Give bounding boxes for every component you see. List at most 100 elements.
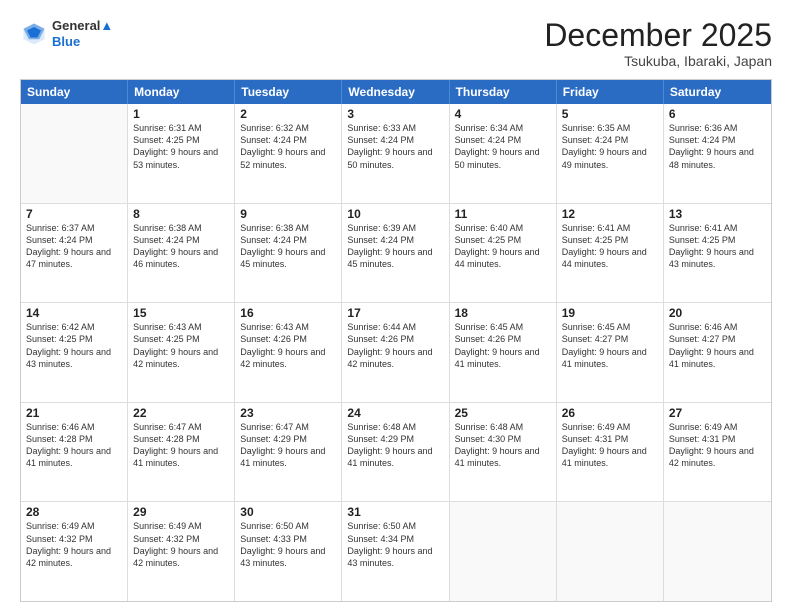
- cal-cell-empty-4-4: [450, 502, 557, 601]
- day-number: 9: [240, 207, 336, 221]
- header-day-wednesday: Wednesday: [342, 80, 449, 104]
- header-day-thursday: Thursday: [450, 80, 557, 104]
- cell-info: Sunrise: 6:45 AMSunset: 4:27 PMDaylight:…: [562, 321, 658, 370]
- cell-info: Sunrise: 6:32 AMSunset: 4:24 PMDaylight:…: [240, 122, 336, 171]
- cal-cell-empty-4-5: [557, 502, 664, 601]
- day-number: 1: [133, 107, 229, 121]
- cal-cell-25: 25Sunrise: 6:48 AMSunset: 4:30 PMDayligh…: [450, 403, 557, 502]
- cell-info: Sunrise: 6:43 AMSunset: 4:25 PMDaylight:…: [133, 321, 229, 370]
- cell-info: Sunrise: 6:47 AMSunset: 4:28 PMDaylight:…: [133, 421, 229, 470]
- cell-info: Sunrise: 6:45 AMSunset: 4:26 PMDaylight:…: [455, 321, 551, 370]
- header-day-friday: Friday: [557, 80, 664, 104]
- cell-info: Sunrise: 6:44 AMSunset: 4:26 PMDaylight:…: [347, 321, 443, 370]
- cal-cell-8: 8Sunrise: 6:38 AMSunset: 4:24 PMDaylight…: [128, 204, 235, 303]
- day-number: 12: [562, 207, 658, 221]
- day-number: 13: [669, 207, 766, 221]
- day-number: 26: [562, 406, 658, 420]
- page: General▲ Blue December 2025 Tsukuba, Iba…: [0, 0, 792, 612]
- cell-info: Sunrise: 6:49 AMSunset: 4:31 PMDaylight:…: [669, 421, 766, 470]
- cell-info: Sunrise: 6:47 AMSunset: 4:29 PMDaylight:…: [240, 421, 336, 470]
- week-row-1: 7Sunrise: 6:37 AMSunset: 4:24 PMDaylight…: [21, 204, 771, 304]
- week-row-3: 21Sunrise: 6:46 AMSunset: 4:28 PMDayligh…: [21, 403, 771, 503]
- cell-info: Sunrise: 6:43 AMSunset: 4:26 PMDaylight:…: [240, 321, 336, 370]
- cal-cell-18: 18Sunrise: 6:45 AMSunset: 4:26 PMDayligh…: [450, 303, 557, 402]
- cal-cell-29: 29Sunrise: 6:49 AMSunset: 4:32 PMDayligh…: [128, 502, 235, 601]
- cal-cell-12: 12Sunrise: 6:41 AMSunset: 4:25 PMDayligh…: [557, 204, 664, 303]
- week-row-0: 1Sunrise: 6:31 AMSunset: 4:25 PMDaylight…: [21, 104, 771, 204]
- week-row-2: 14Sunrise: 6:42 AMSunset: 4:25 PMDayligh…: [21, 303, 771, 403]
- title-block: December 2025 Tsukuba, Ibaraki, Japan: [544, 18, 772, 69]
- cell-info: Sunrise: 6:48 AMSunset: 4:30 PMDaylight:…: [455, 421, 551, 470]
- cal-cell-22: 22Sunrise: 6:47 AMSunset: 4:28 PMDayligh…: [128, 403, 235, 502]
- day-number: 18: [455, 306, 551, 320]
- day-number: 17: [347, 306, 443, 320]
- cell-info: Sunrise: 6:33 AMSunset: 4:24 PMDaylight:…: [347, 122, 443, 171]
- day-number: 15: [133, 306, 229, 320]
- day-number: 20: [669, 306, 766, 320]
- cell-info: Sunrise: 6:46 AMSunset: 4:28 PMDaylight:…: [26, 421, 122, 470]
- calendar-body: 1Sunrise: 6:31 AMSunset: 4:25 PMDaylight…: [21, 104, 771, 601]
- header: General▲ Blue December 2025 Tsukuba, Iba…: [20, 18, 772, 69]
- header-day-monday: Monday: [128, 80, 235, 104]
- cell-info: Sunrise: 6:35 AMSunset: 4:24 PMDaylight:…: [562, 122, 658, 171]
- header-day-saturday: Saturday: [664, 80, 771, 104]
- location: Tsukuba, Ibaraki, Japan: [544, 53, 772, 69]
- day-number: 3: [347, 107, 443, 121]
- logo: General▲ Blue: [20, 18, 113, 49]
- cal-cell-30: 30Sunrise: 6:50 AMSunset: 4:33 PMDayligh…: [235, 502, 342, 601]
- cell-info: Sunrise: 6:48 AMSunset: 4:29 PMDaylight:…: [347, 421, 443, 470]
- header-day-sunday: Sunday: [21, 80, 128, 104]
- cal-cell-28: 28Sunrise: 6:49 AMSunset: 4:32 PMDayligh…: [21, 502, 128, 601]
- cal-cell-3: 3Sunrise: 6:33 AMSunset: 4:24 PMDaylight…: [342, 104, 449, 203]
- cal-cell-24: 24Sunrise: 6:48 AMSunset: 4:29 PMDayligh…: [342, 403, 449, 502]
- logo-icon: [20, 20, 48, 48]
- day-number: 30: [240, 505, 336, 519]
- cal-cell-6: 6Sunrise: 6:36 AMSunset: 4:24 PMDaylight…: [664, 104, 771, 203]
- cell-info: Sunrise: 6:41 AMSunset: 4:25 PMDaylight:…: [669, 222, 766, 271]
- day-number: 22: [133, 406, 229, 420]
- cell-info: Sunrise: 6:42 AMSunset: 4:25 PMDaylight:…: [26, 321, 122, 370]
- day-number: 5: [562, 107, 658, 121]
- cal-cell-20: 20Sunrise: 6:46 AMSunset: 4:27 PMDayligh…: [664, 303, 771, 402]
- cal-cell-empty-4-6: [664, 502, 771, 601]
- cal-cell-2: 2Sunrise: 6:32 AMSunset: 4:24 PMDaylight…: [235, 104, 342, 203]
- cell-info: Sunrise: 6:37 AMSunset: 4:24 PMDaylight:…: [26, 222, 122, 271]
- day-number: 2: [240, 107, 336, 121]
- cal-cell-empty-0-0: [21, 104, 128, 203]
- cal-cell-21: 21Sunrise: 6:46 AMSunset: 4:28 PMDayligh…: [21, 403, 128, 502]
- day-number: 8: [133, 207, 229, 221]
- cell-info: Sunrise: 6:46 AMSunset: 4:27 PMDaylight:…: [669, 321, 766, 370]
- week-row-4: 28Sunrise: 6:49 AMSunset: 4:32 PMDayligh…: [21, 502, 771, 601]
- cell-info: Sunrise: 6:50 AMSunset: 4:33 PMDaylight:…: [240, 520, 336, 569]
- cell-info: Sunrise: 6:41 AMSunset: 4:25 PMDaylight:…: [562, 222, 658, 271]
- cal-cell-17: 17Sunrise: 6:44 AMSunset: 4:26 PMDayligh…: [342, 303, 449, 402]
- logo-text: General▲ Blue: [52, 18, 113, 49]
- cal-cell-10: 10Sunrise: 6:39 AMSunset: 4:24 PMDayligh…: [342, 204, 449, 303]
- day-number: 31: [347, 505, 443, 519]
- cal-cell-1: 1Sunrise: 6:31 AMSunset: 4:25 PMDaylight…: [128, 104, 235, 203]
- cell-info: Sunrise: 6:50 AMSunset: 4:34 PMDaylight:…: [347, 520, 443, 569]
- cell-info: Sunrise: 6:49 AMSunset: 4:31 PMDaylight:…: [562, 421, 658, 470]
- cal-cell-11: 11Sunrise: 6:40 AMSunset: 4:25 PMDayligh…: [450, 204, 557, 303]
- day-number: 19: [562, 306, 658, 320]
- cal-cell-4: 4Sunrise: 6:34 AMSunset: 4:24 PMDaylight…: [450, 104, 557, 203]
- cell-info: Sunrise: 6:38 AMSunset: 4:24 PMDaylight:…: [133, 222, 229, 271]
- day-number: 4: [455, 107, 551, 121]
- day-number: 14: [26, 306, 122, 320]
- cell-info: Sunrise: 6:40 AMSunset: 4:25 PMDaylight:…: [455, 222, 551, 271]
- cell-info: Sunrise: 6:34 AMSunset: 4:24 PMDaylight:…: [455, 122, 551, 171]
- day-number: 28: [26, 505, 122, 519]
- cal-cell-5: 5Sunrise: 6:35 AMSunset: 4:24 PMDaylight…: [557, 104, 664, 203]
- day-number: 25: [455, 406, 551, 420]
- cal-cell-27: 27Sunrise: 6:49 AMSunset: 4:31 PMDayligh…: [664, 403, 771, 502]
- day-number: 21: [26, 406, 122, 420]
- cal-cell-31: 31Sunrise: 6:50 AMSunset: 4:34 PMDayligh…: [342, 502, 449, 601]
- cal-cell-9: 9Sunrise: 6:38 AMSunset: 4:24 PMDaylight…: [235, 204, 342, 303]
- calendar: SundayMondayTuesdayWednesdayThursdayFrid…: [20, 79, 772, 602]
- calendar-header: SundayMondayTuesdayWednesdayThursdayFrid…: [21, 80, 771, 104]
- day-number: 27: [669, 406, 766, 420]
- cal-cell-26: 26Sunrise: 6:49 AMSunset: 4:31 PMDayligh…: [557, 403, 664, 502]
- cal-cell-13: 13Sunrise: 6:41 AMSunset: 4:25 PMDayligh…: [664, 204, 771, 303]
- cal-cell-15: 15Sunrise: 6:43 AMSunset: 4:25 PMDayligh…: [128, 303, 235, 402]
- cal-cell-14: 14Sunrise: 6:42 AMSunset: 4:25 PMDayligh…: [21, 303, 128, 402]
